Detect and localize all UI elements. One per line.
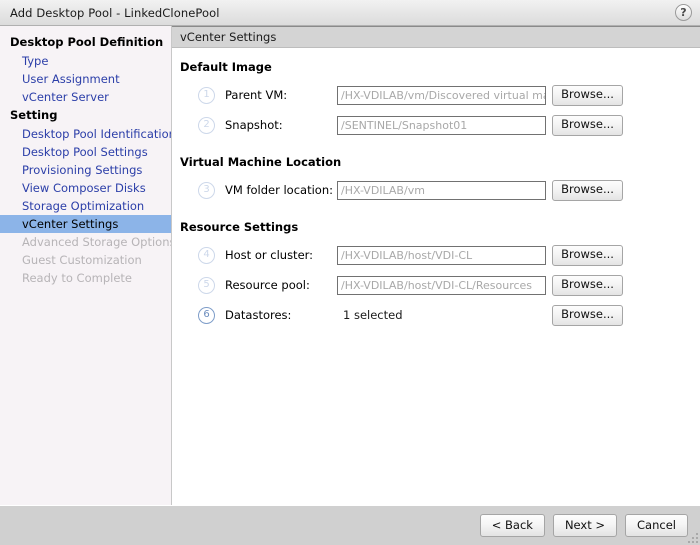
field-row-resource-pool: 5 Resource pool: /HX-VDILAB/host/VDI-CL/…: [180, 270, 700, 300]
section-title-default-image: Default Image: [180, 60, 700, 74]
label-parent-vm: Parent VM:: [215, 88, 337, 102]
window-title: Add Desktop Pool - LinkedClonePool: [0, 6, 220, 20]
sidebar-item-type[interactable]: Type: [0, 52, 171, 70]
sidebar-item-storage-optimization[interactable]: Storage Optimization: [0, 197, 171, 215]
browse-datastores-button[interactable]: Browse...: [552, 305, 623, 326]
parent-vm-input[interactable]: /HX-VDILAB/vm/Discovered virtual mac: [337, 86, 546, 105]
nav-group-title: Desktop Pool Definition: [0, 33, 171, 52]
nav-group-title: Setting: [0, 106, 171, 125]
browse-host-or-cluster-button[interactable]: Browse...: [552, 245, 623, 266]
resource-pool-input[interactable]: /HX-VDILAB/host/VDI-CL/Resources: [337, 276, 546, 295]
step-number-2: 2: [198, 117, 215, 134]
field-row-host-or-cluster: 4 Host or cluster: /HX-VDILAB/host/VDI-C…: [180, 240, 700, 270]
sidebar-item-view-composer-disks[interactable]: View Composer Disks: [0, 179, 171, 197]
label-vm-folder-location: VM folder location:: [215, 183, 337, 197]
dialog-body: Desktop Pool Definition Type User Assign…: [0, 26, 700, 505]
dialog-footer: < Back Next > Cancel: [0, 505, 700, 545]
sidebar-item-provisioning-settings[interactable]: Provisioning Settings: [0, 161, 171, 179]
label-resource-pool: Resource pool:: [215, 278, 337, 292]
snapshot-input[interactable]: /SENTINEL/Snapshot01: [337, 116, 546, 135]
host-or-cluster-input[interactable]: /HX-VDILAB/host/VDI-CL: [337, 246, 546, 265]
step-number-6: 6: [198, 307, 215, 324]
section-title-resource-settings: Resource Settings: [180, 220, 700, 234]
step-number-3: 3: [198, 182, 215, 199]
field-row-parent-vm: 1 Parent VM: /HX-VDILAB/vm/Discovered vi…: [180, 80, 700, 110]
field-row-vm-folder-location: 3 VM folder location: /HX-VDILAB/vm Brow…: [180, 175, 700, 205]
content-panel: vCenter Settings Default Image 1 Parent …: [172, 26, 700, 505]
step-number-4: 4: [198, 247, 215, 264]
add-desktop-pool-dialog: Add Desktop Pool - LinkedClonePool ? Des…: [0, 0, 700, 545]
label-datastores: Datastores:: [215, 308, 337, 322]
sidebar-item-desktop-pool-settings[interactable]: Desktop Pool Settings: [0, 143, 171, 161]
next-button[interactable]: Next >: [553, 514, 617, 537]
sidebar-item-advanced-storage-options: Advanced Storage Options: [0, 233, 171, 251]
datastores-selected-count: 1 selected: [337, 308, 546, 322]
sidebar-item-vcenter-server[interactable]: vCenter Server: [0, 88, 171, 106]
back-button[interactable]: < Back: [480, 514, 545, 537]
label-snapshot: Snapshot:: [215, 118, 337, 132]
wizard-step-sidebar: Desktop Pool Definition Type User Assign…: [0, 26, 172, 505]
browse-resource-pool-button[interactable]: Browse...: [552, 275, 623, 296]
nav-group-setting: Setting Desktop Pool Identification Desk…: [0, 106, 171, 287]
sidebar-item-user-assignment[interactable]: User Assignment: [0, 70, 171, 88]
sidebar-item-vcenter-settings[interactable]: vCenter Settings: [0, 215, 171, 233]
page-title: vCenter Settings: [172, 30, 276, 44]
vm-folder-location-input[interactable]: /HX-VDILAB/vm: [337, 181, 546, 200]
step-number-1: 1: [198, 87, 215, 104]
settings-form: Default Image 1 Parent VM: /HX-VDILAB/vm…: [172, 48, 700, 505]
sidebar-item-guest-customization: Guest Customization: [0, 251, 171, 269]
section-title-virtual-machine-location: Virtual Machine Location: [180, 155, 700, 169]
label-host-or-cluster: Host or cluster:: [215, 248, 337, 262]
content-header-bar: vCenter Settings: [172, 26, 700, 48]
sidebar-item-ready-to-complete: Ready to Complete: [0, 269, 171, 287]
browse-vm-folder-location-button[interactable]: Browse...: [552, 180, 623, 201]
field-row-datastores: 6 Datastores: 1 selected Browse...: [180, 300, 700, 330]
help-icon[interactable]: ?: [675, 4, 692, 21]
resize-grip[interactable]: [688, 533, 698, 543]
field-row-snapshot: 2 Snapshot: /SENTINEL/Snapshot01 Browse.…: [180, 110, 700, 140]
cancel-button[interactable]: Cancel: [625, 514, 688, 537]
nav-group-desktop-pool-definition: Desktop Pool Definition Type User Assign…: [0, 33, 171, 106]
browse-parent-vm-button[interactable]: Browse...: [552, 85, 623, 106]
browse-snapshot-button[interactable]: Browse...: [552, 115, 623, 136]
window-titlebar: Add Desktop Pool - LinkedClonePool ?: [0, 0, 700, 26]
step-number-5: 5: [198, 277, 215, 294]
sidebar-item-desktop-pool-identification[interactable]: Desktop Pool Identification: [0, 125, 171, 143]
